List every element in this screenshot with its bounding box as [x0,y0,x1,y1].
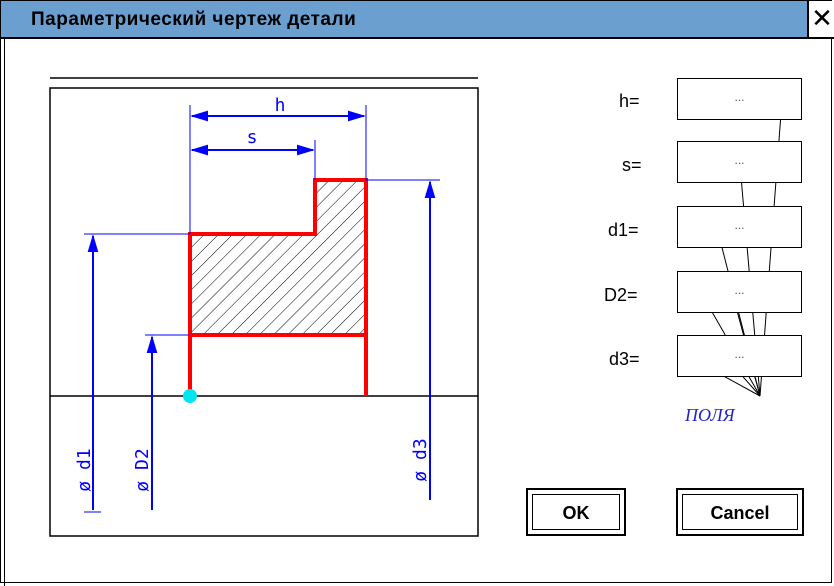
label-d1: d1= [608,220,639,240]
base-point[interactable] [183,389,197,403]
input-d3[interactable]: ... [677,335,802,377]
input-D2[interactable]: ... [677,271,802,313]
input-d1[interactable]: ... [677,206,802,248]
label-h: h= [619,91,640,111]
cancel-button-label: Cancel [682,494,798,530]
label-s: s= [622,155,642,175]
cancel-button[interactable]: Cancel [676,488,804,536]
dim-label-d3: ø d3 [410,438,431,481]
input-s[interactable]: ... [677,141,802,183]
dim-label-s: s [247,127,258,148]
label-D2: D2= [604,285,638,305]
input-h[interactable]: ... [677,78,802,120]
ok-button[interactable]: OK [526,488,626,536]
fields-caption: ПОЛЯ [685,405,735,425]
ok-button-label: OK [532,494,620,530]
dim-label-d1: ø d1 [74,448,95,491]
dim-label-D2: ø D2 [132,448,153,491]
dim-label-h: h [275,95,286,116]
label-d3: d3= [609,349,640,369]
hatched-section [190,180,366,335]
